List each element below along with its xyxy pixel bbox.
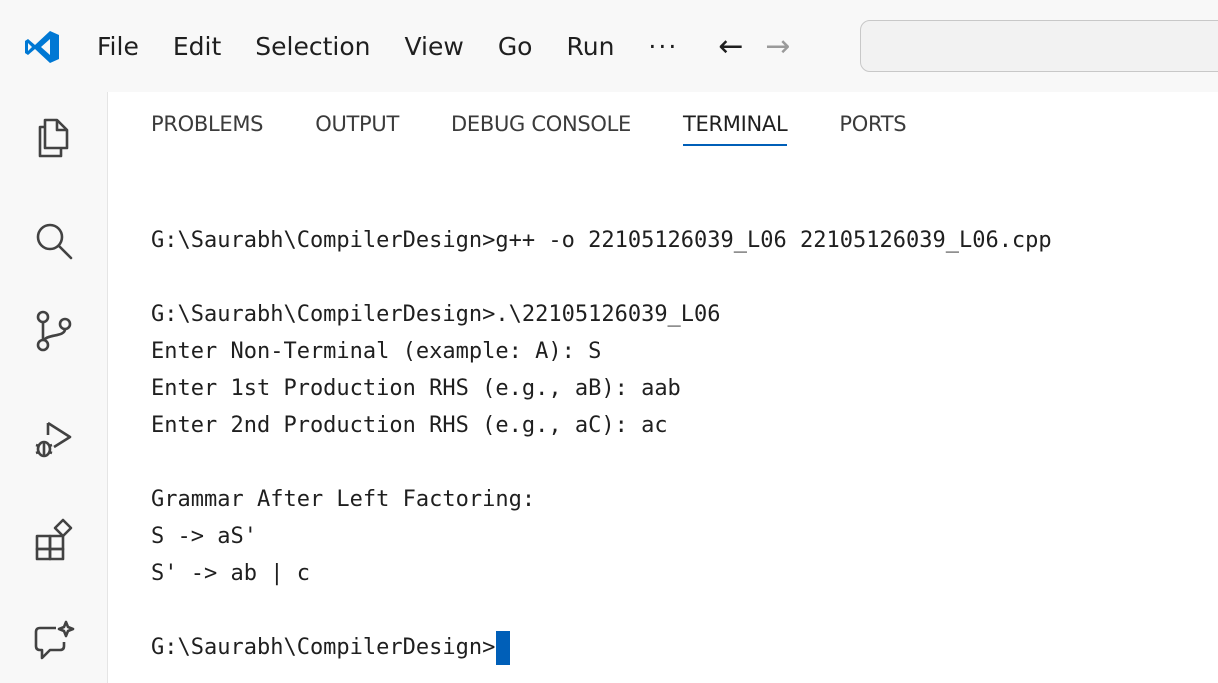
activity-bar — [0, 92, 108, 683]
menu-edit[interactable]: Edit — [173, 30, 221, 64]
terminal-cursor[interactable] — [496, 631, 511, 665]
title-bar: File Edit Selection View Go Run ··· ← → — [0, 0, 1218, 92]
files-icon[interactable] — [30, 114, 78, 162]
menu-file[interactable]: File — [97, 30, 139, 64]
vscode-logo-icon[interactable] — [24, 30, 60, 64]
terminal-line: G:\Saurabh\CompilerDesign>.\22105126039_… — [151, 302, 721, 327]
terminal-line: S -> aS' — [151, 524, 257, 549]
menu-run[interactable]: Run — [566, 30, 614, 64]
menu-go[interactable]: Go — [498, 30, 533, 64]
terminal-line: Grammar After Left Factoring: — [151, 487, 536, 512]
terminal-line: S' -> ab | c — [151, 561, 310, 586]
menu-view[interactable]: View — [404, 30, 463, 64]
menu-selection[interactable]: Selection — [255, 30, 370, 64]
tab-debug-console[interactable]: DEBUG CONSOLE — [451, 112, 631, 146]
command-center-search[interactable] — [860, 20, 1218, 72]
panel-tabs: PROBLEMS OUTPUT DEBUG CONSOLE TERMINAL P… — [151, 112, 958, 146]
source-control-icon[interactable] — [30, 307, 78, 355]
terminal-line: Enter 2nd Production RHS (e.g., aC): ac — [151, 413, 668, 438]
menu-bar: File Edit Selection View Go Run ··· ← → — [97, 30, 813, 64]
search-icon[interactable] — [30, 218, 78, 266]
terminal-line: G:\Saurabh\CompilerDesign>g++ -o 2210512… — [151, 228, 1052, 253]
tab-terminal[interactable]: TERMINAL — [683, 112, 788, 146]
terminal-line: Enter 1st Production RHS (e.g., aB): aab — [151, 376, 681, 401]
tab-ports[interactable]: PORTS — [839, 112, 906, 146]
tab-output[interactable]: OUTPUT — [315, 112, 399, 146]
extensions-icon[interactable] — [30, 516, 78, 564]
bottom-panel: PROBLEMS OUTPUT DEBUG CONSOLE TERMINAL P… — [109, 92, 1218, 683]
menu-more-icon[interactable]: ··· — [648, 30, 678, 64]
arrow-left-icon[interactable]: ← — [718, 30, 743, 64]
terminal-output[interactable]: G:\Saurabh\CompilerDesign>g++ -o 2210512… — [151, 222, 1052, 666]
terminal-prompt-line: G:\Saurabh\CompilerDesign> — [151, 629, 1052, 666]
tab-problems[interactable]: PROBLEMS — [151, 112, 264, 146]
chat-sparkle-icon[interactable] — [30, 618, 78, 666]
arrow-right-icon[interactable]: → — [765, 30, 790, 64]
run-debug-icon[interactable] — [30, 415, 78, 463]
terminal-prompt: G:\Saurabh\CompilerDesign> — [151, 635, 496, 660]
terminal-line: Enter Non-Terminal (example: A): S — [151, 339, 602, 364]
